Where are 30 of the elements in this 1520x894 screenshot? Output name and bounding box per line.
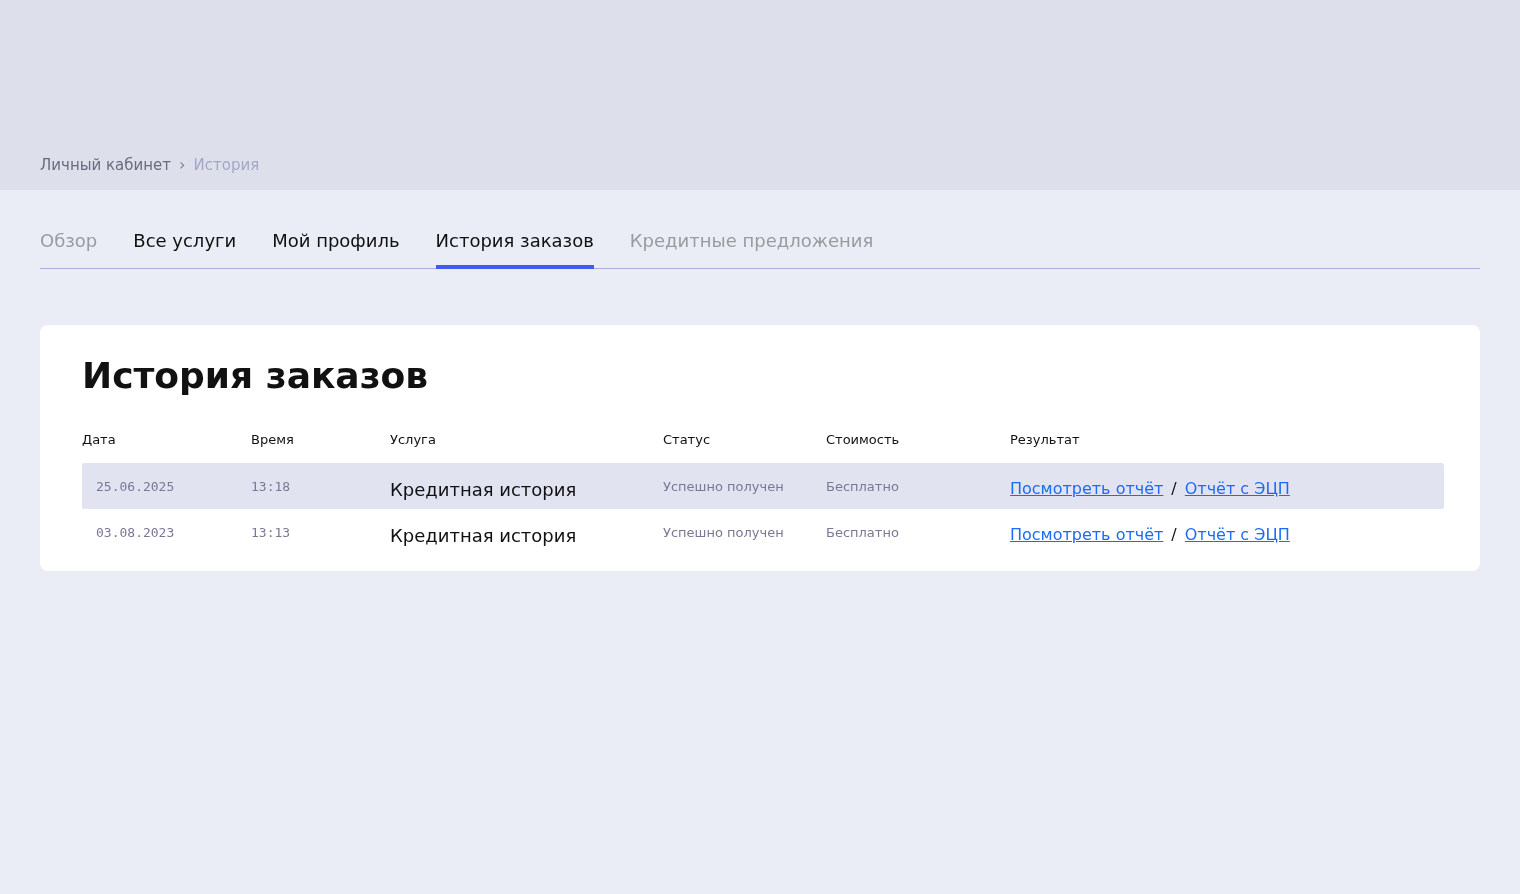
breadcrumb-link[interactable]: Личный кабинет: [40, 156, 172, 174]
time-cell-text: 13:18: [251, 477, 292, 496]
status-cell-text: Успешно получен: [663, 523, 785, 542]
date-cell-text: 03.08.2023: [95, 523, 176, 542]
table-row[interactable]: 25.06.2025 13:18 Кредитная история Успешно получен Бесплатно Посмотреть отчёт / Отчёт с ЭЦП: [82, 463, 1444, 509]
report-link[interactable]: Отчёт с ЭЦП: [1184, 478, 1290, 498]
column-header: Результат: [1010, 432, 1081, 449]
tab[interactable]: История заказов: [435, 218, 594, 269]
cost-cell-text: Бесплатно: [826, 477, 900, 496]
report-link[interactable]: Посмотреть отчёт: [1010, 478, 1164, 498]
column-header: Статус: [663, 432, 712, 449]
table-row[interactable]: 03.08.2023 13:13 Кредитная история Успешно получен Бесплатно Посмотреть отчёт / Отчёт с ЭЦП: [82, 509, 1444, 555]
service-cell-text: Кредитная история: [390, 523, 578, 548]
breadcrumb-separator: ›: [179, 155, 186, 174]
link-separator: /: [1171, 478, 1177, 498]
service-cell-text: Кредитная история: [390, 477, 578, 502]
tab[interactable]: Мой профиль: [272, 218, 400, 269]
column-header: Услуга: [390, 432, 437, 449]
status-cell-text: Успешно получен: [663, 477, 785, 496]
column-header: Дата: [82, 432, 117, 449]
column-header: Время: [251, 432, 295, 449]
link-separator: /: [1171, 524, 1177, 544]
card-title: История заказов: [82, 355, 430, 396]
column-header: Стоимость: [826, 432, 901, 449]
report-link[interactable]: Отчёт с ЭЦП: [1184, 524, 1290, 544]
tab[interactable]: Все услуги: [133, 218, 237, 269]
date-cell-text: 25.06.2025: [95, 477, 176, 496]
report-link[interactable]: Посмотреть отчёт: [1010, 524, 1164, 544]
cost-cell-text: Бесплатно: [826, 523, 900, 542]
time-cell-text: 13:13: [251, 523, 292, 542]
